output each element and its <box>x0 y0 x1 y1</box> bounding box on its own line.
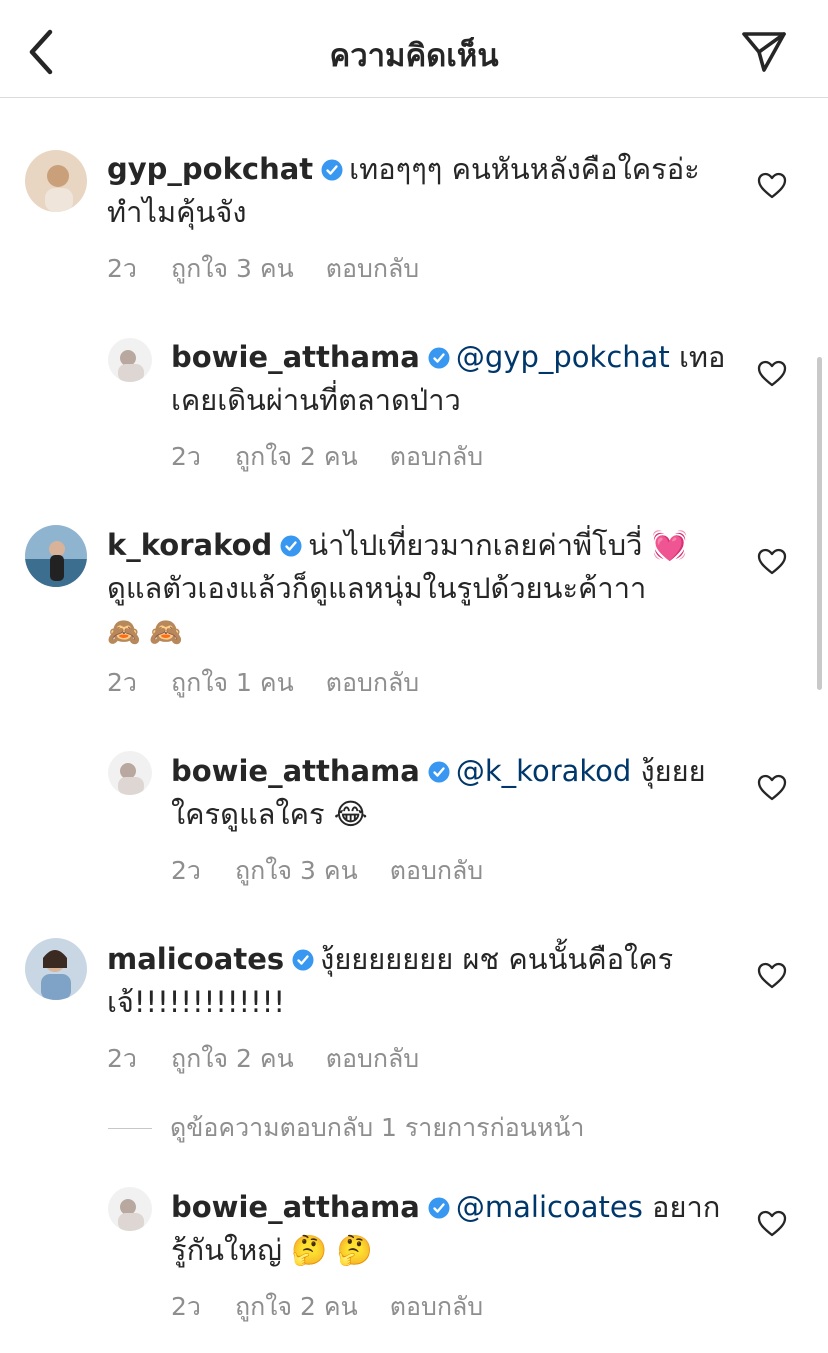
comment-body-line2: ใครดูแลใคร 😂 <box>171 797 368 831</box>
header-bar: ความคิดเห็น <box>0 0 828 98</box>
comment-body-line2: ดูแลตัวเองแล้วก็ดูแลหนุ่มในรูปด้วยนะค้าา… <box>107 571 647 605</box>
comment-meta: 2ว ถูกใจ 2 คน ตอบกลับ <box>171 437 515 477</box>
reply-button[interactable]: ตอบกลับ <box>390 856 483 885</box>
likes-count[interactable]: ถูกใจ 3 คน <box>235 856 358 885</box>
comment-time: 2ว <box>107 254 137 283</box>
heart-outline-icon[interactable] <box>757 773 787 801</box>
comment-username[interactable]: bowie_atthama <box>171 754 420 788</box>
heart-outline-icon[interactable] <box>757 171 787 199</box>
scrollbar[interactable] <box>817 357 822 690</box>
avatar[interactable] <box>25 525 87 587</box>
verified-badge-icon <box>292 949 314 971</box>
comment-meta: 2ว ถูกใจ 2 คน ตอบกลับ <box>171 1287 515 1327</box>
comment-text: malicoates งุ้ยยยยยยย ผช คนนั้นคือใคร เจ้… <box>107 938 747 1024</box>
comment-body-line2: เจ้!!!!!!!!!!!!! <box>107 985 286 1019</box>
comment-body-line3: 🙈 🙈 <box>107 617 183 648</box>
heart-outline-icon[interactable] <box>757 1209 787 1237</box>
mention-link[interactable]: @k_korakod <box>456 754 631 788</box>
reply-button[interactable]: ตอบกลับ <box>326 1044 419 1073</box>
comment-time: 2ว <box>171 442 201 471</box>
likes-count[interactable]: ถูกใจ 2 คน <box>235 1292 358 1321</box>
likes-count[interactable]: ถูกใจ 3 คน <box>171 254 294 283</box>
comment-text: k_korakod น่าไปเที่ยวมากเลยค่าพี่โบวี่ 💓 … <box>107 524 747 654</box>
likes-count[interactable]: ถูกใจ 2 คน <box>235 442 358 471</box>
paper-plane-icon <box>742 32 786 72</box>
comment-body: งุ้ยยย <box>631 754 706 788</box>
heart-outline-icon[interactable] <box>757 547 787 575</box>
avatar[interactable] <box>108 338 152 382</box>
mention-link[interactable]: @gyp_pokchat <box>456 340 670 374</box>
share-button[interactable] <box>738 26 790 78</box>
likes-count[interactable]: ถูกใจ 1 คน <box>171 668 294 697</box>
comment-body-line2: รู้กันใหญ่ 🤔 🤔 <box>171 1233 373 1267</box>
comment-text: gyp_pokchat เทอๆๆๆ คนหันหลังคือใครอ่ะ ทำไ… <box>107 148 747 234</box>
comment-meta: 2ว ถูกใจ 2 คน ตอบกลับ <box>107 1039 451 1079</box>
reply-button[interactable]: ตอบกลับ <box>326 254 419 283</box>
verified-badge-icon <box>280 535 302 557</box>
heart-outline-icon[interactable] <box>757 961 787 989</box>
reply-button[interactable]: ตอบกลับ <box>390 442 483 471</box>
reply-button[interactable]: ตอบกลับ <box>390 1292 483 1321</box>
reply-button[interactable]: ตอบกลับ <box>326 668 419 697</box>
avatar[interactable] <box>25 150 87 212</box>
comment-body-line2: ทำไมคุ้นจัง <box>107 195 247 229</box>
comment-text: bowie_atthama @k_korakod งุ้ยยย ใครดูแลใค… <box>171 750 731 836</box>
comment-username[interactable]: gyp_pokchat <box>107 152 313 186</box>
comment-meta: 2ว ถูกใจ 3 คน ตอบกลับ <box>171 851 515 891</box>
comment-body: อยาก <box>642 1190 721 1224</box>
avatar[interactable] <box>108 1187 152 1231</box>
view-previous-replies-button[interactable]: ดูข้อความตอบกลับ 1 รายการก่อนหน้า <box>108 1110 584 1146</box>
comment-body: เทอ <box>669 340 726 374</box>
comment-text: bowie_atthama @malicoates อยาก รู้กันใหญ่… <box>171 1186 731 1272</box>
comment-time: 2ว <box>107 1044 137 1073</box>
comment-username[interactable]: malicoates <box>107 942 284 976</box>
comment-username[interactable]: bowie_atthama <box>171 1190 420 1224</box>
verified-badge-icon <box>428 1197 450 1219</box>
likes-count[interactable]: ถูกใจ 2 คน <box>171 1044 294 1073</box>
comment-time: 2ว <box>171 856 201 885</box>
mention-link[interactable]: @malicoates <box>456 1190 643 1224</box>
comment-body: เทอๆๆๆ คนหันหลังคือใครอ่ะ <box>349 152 700 186</box>
divider <box>108 1127 152 1129</box>
heart-outline-icon[interactable] <box>757 359 787 387</box>
verified-badge-icon <box>321 159 343 181</box>
view-previous-replies-label: ดูข้อความตอบกลับ 1 รายการก่อนหน้า <box>170 1113 585 1142</box>
comment-body: น่าไปเที่ยวมากเลยค่าพี่โบวี่ 💓 <box>308 528 688 562</box>
comment-text: bowie_atthama @gyp_pokchat เทอ เคยเดินผ่า… <box>171 336 731 422</box>
comment-meta: 2ว ถูกใจ 1 คน ตอบกลับ <box>107 663 451 703</box>
avatar[interactable] <box>25 938 87 1000</box>
comment-username[interactable]: k_korakod <box>107 528 272 562</box>
comment-username[interactable]: bowie_atthama <box>171 340 420 374</box>
comment-time: 2ว <box>107 668 137 697</box>
verified-badge-icon <box>428 761 450 783</box>
page-title: ความคิดเห็น <box>329 38 499 74</box>
comment-body-line2: เคยเดินผ่านที่ตลาดป่าว <box>171 383 461 417</box>
comment-time: 2ว <box>171 1292 201 1321</box>
comment-body: งุ้ยยยยยยย ผช คนนั้นคือใคร <box>320 942 674 976</box>
verified-badge-icon <box>428 347 450 369</box>
comment-meta: 2ว ถูกใจ 3 คน ตอบกลับ <box>107 249 451 289</box>
avatar[interactable] <box>108 751 152 795</box>
